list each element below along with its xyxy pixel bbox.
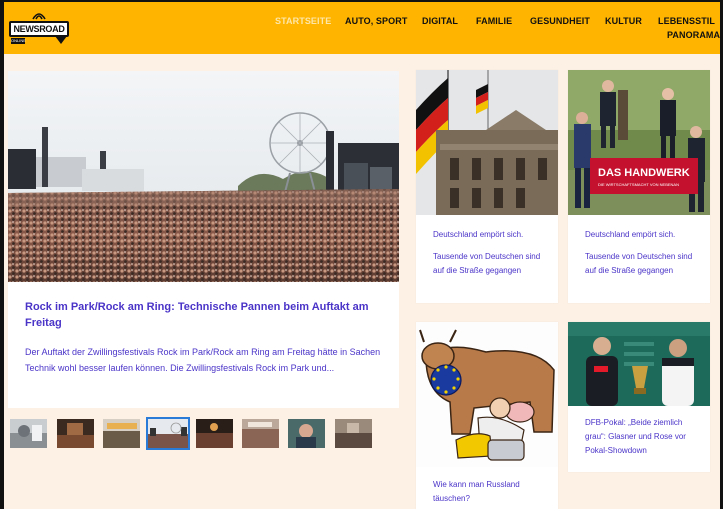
featured-article-excerpt: Der Auftakt der Zwillingsfestivals Rock … [25, 347, 381, 373]
article-card-title[interactable]: DFB-Pokal: „Beide ziemlich grau“: Glasne… [585, 416, 705, 458]
thumbnail-picture [242, 419, 279, 448]
featured-article[interactable]: Rock im Park/Rock am Ring: Technische Pa… [8, 71, 399, 408]
gallery-thumbnail[interactable] [288, 419, 325, 448]
thumbnail-picture [148, 419, 188, 448]
article-card[interactable]: DFB-Pokal: „Beide ziemlich grau“: Glasne… [568, 322, 710, 472]
reichstag-picture [416, 70, 558, 215]
gallery-thumbnail[interactable] [335, 419, 372, 448]
thumbnail-picture [288, 419, 325, 448]
nav-gesundheit[interactable]: GESUNDHEIT [530, 16, 590, 26]
gallery-thumbnail[interactable] [196, 419, 233, 448]
thumbnail-picture [196, 419, 233, 448]
gallery-thumbnail[interactable] [103, 419, 140, 448]
article-card-title[interactable]: Wie kann man Russland täuschen? [433, 478, 553, 506]
article-card-title[interactable]: Deutschland empört sich. [585, 228, 705, 242]
nav-startseite[interactable]: STARTSEITE [275, 16, 331, 26]
logo-speech-tail [55, 36, 67, 44]
logo-subtext: ONLINE [11, 38, 26, 44]
featured-article-title[interactable]: Rock im Park/Rock am Ring: Technische Pa… [25, 299, 375, 331]
nav-familie[interactable]: FAMILIE [476, 16, 512, 26]
cartoon-cow-image[interactable] [416, 322, 558, 467]
featured-festival-image[interactable] [8, 71, 399, 282]
dfb-pokal-image[interactable] [568, 322, 710, 406]
article-card[interactable]: DAS HANDWERK DIE WIRTSCHAFTSMACHT VON NE… [568, 70, 710, 303]
article-card-title[interactable]: Deutschland empört sich. [433, 228, 553, 242]
logo-text: NEWSROAD [9, 21, 69, 37]
gallery-thumbnail[interactable] [10, 419, 47, 448]
reichstag-flags-image[interactable] [416, 70, 558, 215]
thumbnail-picture [10, 419, 47, 448]
thumbnail-picture [57, 419, 94, 448]
article-card-subtitle: Tausende von Deutschen sind auf die Stra… [433, 252, 541, 275]
article-card[interactable]: Wie kann man Russland täuschen? [416, 322, 558, 509]
gallery-thumbnail[interactable] [57, 419, 94, 448]
article-card[interactable]: Deutschland empört sich. Tausende von De… [416, 70, 558, 303]
sign-text: DAS HANDWERK [598, 167, 690, 179]
thumbnail-picture [103, 419, 140, 448]
nav-auto-sport[interactable]: AUTO, SPORT [345, 16, 407, 26]
festival-crowd-picture [8, 71, 399, 282]
handwerk-picture: DAS HANDWERK DIE WIRTSCHAFTSMACHT VON NE… [568, 70, 710, 215]
gallery-thumbnail-selected[interactable] [146, 417, 190, 450]
thumbnail-picture [335, 419, 372, 448]
cartoon-cow-picture [416, 322, 558, 467]
nav-kultur[interactable]: KULTUR [605, 16, 642, 26]
nav-digital[interactable]: DIGITAL [422, 16, 458, 26]
site-logo[interactable]: NEWSROAD ONLINE [9, 9, 71, 47]
nav-lebensstil[interactable]: LEBENSSTIL [658, 16, 715, 26]
gallery-thumbnail[interactable] [242, 419, 279, 448]
article-card-subtitle: Tausende von Deutschen sind auf die Stra… [585, 252, 693, 275]
sign-subtext: DIE WIRTSCHAFTSMACHT VON NEBENAN [598, 182, 679, 187]
dfb-pokal-picture [568, 322, 710, 406]
broadcast-icon [32, 13, 46, 20]
site-header: NEWSROAD ONLINE STARTSEITE AUTO, SPORT D… [4, 2, 720, 54]
handwerk-people-image[interactable]: DAS HANDWERK DIE WIRTSCHAFTSMACHT VON NE… [568, 70, 710, 215]
nav-panorama[interactable]: PANORAMA [667, 30, 720, 40]
